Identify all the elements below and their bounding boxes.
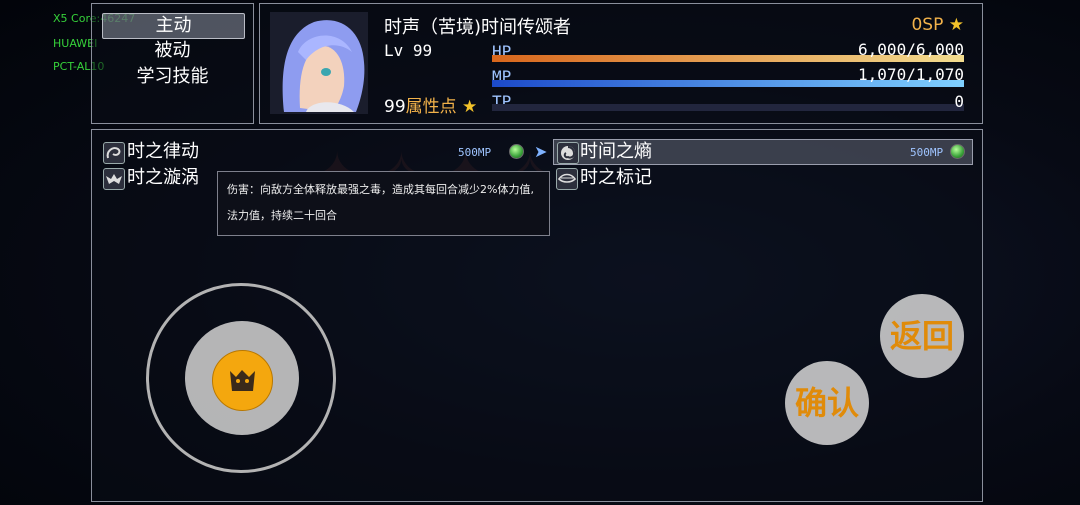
tooltip-line-2: 法力值，持续二十回合	[227, 209, 337, 222]
skill-cost: 500MP	[458, 146, 492, 159]
level-display: Lv 99	[384, 41, 432, 60]
menu-item-learn[interactable]: 学习技能	[92, 65, 253, 89]
level-label: Lv	[384, 41, 404, 60]
mana-gem-icon	[509, 144, 524, 159]
actor-status-window: 时声（苦境)时间传颂者 Lv 99 99属性点 ★ 0SP ★ HP 6,000…	[259, 3, 983, 124]
tp-gauge	[492, 104, 964, 111]
sp-display: 0SP ★	[911, 15, 964, 35]
skill-item-time-entropy[interactable]: ➤ 时间之熵 500MP	[534, 139, 973, 165]
eye-icon	[556, 168, 578, 190]
tooltip-line-1: 伤害：向敌方全体释放最强之毒，造成其每回合减少2%体力值,	[227, 183, 534, 196]
skill-type-menu: 主动 被动 学习技能	[91, 3, 254, 124]
menu-item-active[interactable]: 主动	[102, 13, 245, 39]
star-icon: ★	[462, 97, 478, 117]
skill-description-tooltip: 伤害：向敌方全体释放最强之毒，造成其每回合减少2%体力值, 法力值，持续二十回合	[217, 171, 550, 236]
attribute-points-label: 属性点	[405, 97, 457, 117]
menu-item-passive[interactable]: 被动	[92, 39, 253, 63]
attribute-points: 99属性点 ★	[384, 92, 477, 117]
skill-item-time-rhythm[interactable]: 时之律动 500MP	[103, 140, 524, 164]
skill-name: 时之标记	[580, 167, 652, 188]
sp-star-icon: ★	[948, 15, 964, 35]
skill-name: 时之律动	[127, 141, 199, 162]
sp-value: 0SP	[911, 15, 944, 35]
actor-name: 时声（苦境)时间传颂者	[384, 17, 572, 38]
tp-value: 0	[954, 92, 964, 111]
bat-icon	[103, 168, 125, 190]
swirl-icon	[103, 142, 125, 164]
mp-value: 1,070/1,070	[858, 65, 964, 84]
attribute-points-value: 99	[384, 97, 406, 117]
cursor-arrow-icon: ➤	[534, 142, 548, 161]
skill-name: 时间之熵	[580, 141, 652, 162]
confirm-button[interactable]: 确认	[785, 361, 869, 445]
back-button[interactable]: 返回	[880, 294, 964, 378]
hp-value: 6,000/6,000	[858, 40, 964, 59]
level-value: 99	[412, 41, 433, 60]
skill-cost: 500MP	[910, 146, 944, 159]
skill-name: 时之漩涡	[127, 167, 199, 188]
mana-gem-icon	[950, 144, 965, 159]
skill-item-time-mark[interactable]: 时之标记	[556, 166, 971, 190]
spiral-icon	[557, 142, 579, 164]
demon-icon	[212, 350, 273, 411]
actor-portrait	[270, 12, 368, 114]
